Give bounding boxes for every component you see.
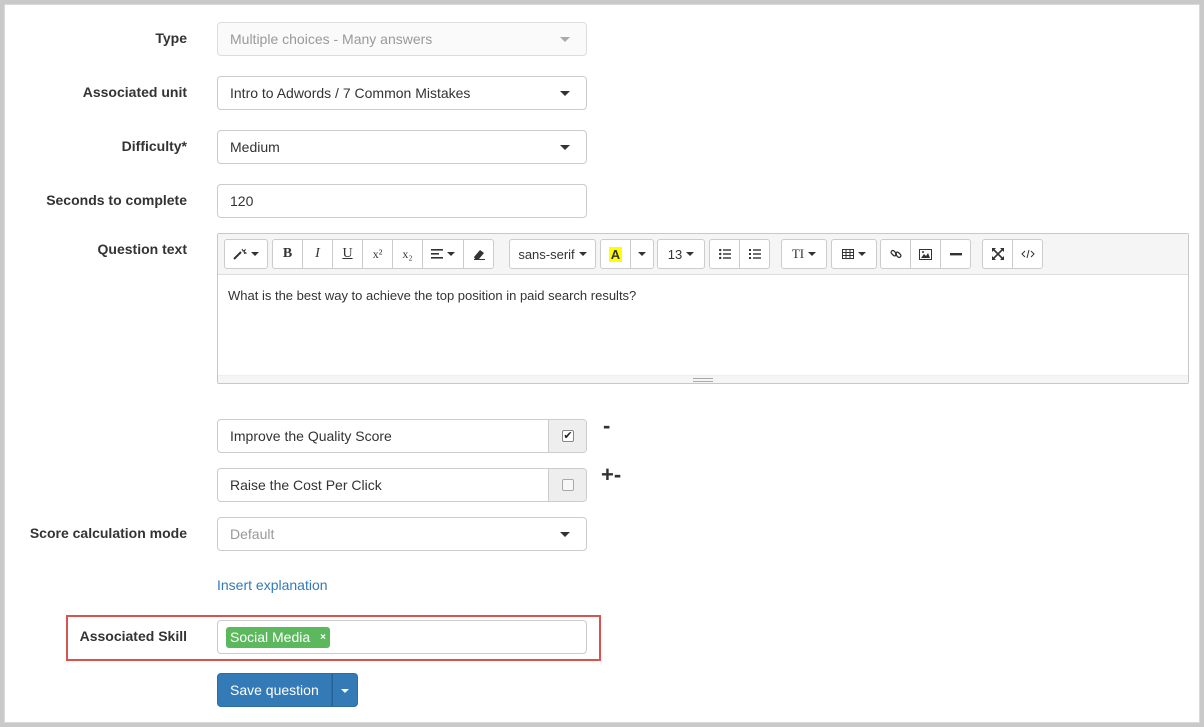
editor-resize-handle[interactable]: [218, 375, 1188, 383]
chevron-down-icon: [686, 252, 695, 256]
associated-skill-label: Associated Skill: [79, 628, 187, 644]
answer-correct-checkbox[interactable]: [562, 479, 574, 491]
subscript-button[interactable]: x₂: [392, 239, 423, 269]
bold-button[interactable]: B: [272, 239, 303, 269]
difficulty-value: Medium: [230, 139, 280, 155]
numbered-list-icon: [748, 249, 761, 259]
image-icon: [919, 248, 932, 260]
fullscreen-button[interactable]: [982, 239, 1013, 269]
editor-toolbar: B I U x² x₂ sans-serif A 13 TI: [218, 234, 1188, 275]
answer-correct-addon: [548, 469, 586, 501]
answer-row[interactable]: Improve the Quality Score ✔: [217, 419, 587, 453]
font-family-value: sans-serif: [518, 246, 575, 262]
associated-unit-select[interactable]: Intro to Adwords / 7 Common Mistakes Cam…: [217, 76, 587, 110]
question-form-panel: Type Multiple choices - Many answers Ass…: [4, 4, 1200, 723]
question-text-label: Question text: [97, 241, 187, 257]
answer-correct-addon: ✔: [548, 420, 586, 452]
ordered-list-button[interactable]: [739, 239, 770, 269]
skill-tag: Social Media ×: [226, 627, 330, 648]
seconds-input[interactable]: 120: [217, 184, 587, 218]
chevron-down-icon: [560, 91, 570, 96]
underline-button[interactable]: U: [332, 239, 363, 269]
magic-wand-icon: [233, 248, 247, 260]
chevron-down-icon: [858, 252, 866, 256]
table-button[interactable]: [831, 239, 877, 269]
link-button[interactable]: [880, 239, 911, 269]
magic-style-button[interactable]: [224, 239, 268, 269]
align-button[interactable]: [422, 239, 464, 269]
insert-explanation-link[interactable]: Insert explanation: [217, 577, 328, 593]
font-family-button[interactable]: sans-serif: [509, 239, 596, 269]
question-editor-content[interactable]: What is the best way to achieve the top …: [228, 288, 1178, 303]
font-size-value: 13: [667, 246, 683, 262]
close-icon[interactable]: ×: [320, 627, 326, 648]
chevron-down-icon: [447, 252, 455, 256]
associated-unit-label: Associated unit: [82, 84, 187, 100]
save-options-dropdown[interactable]: [331, 673, 358, 707]
minus-icon: [949, 253, 962, 256]
bullet-list-icon: [718, 249, 731, 259]
resize-grip-icon: [693, 378, 713, 382]
type-select-value: Multiple choices - Many answers: [230, 31, 433, 47]
type-label: Type: [155, 30, 187, 46]
score-mode-placeholder: Default: [230, 526, 275, 542]
skill-tag-text: Social Media: [230, 629, 311, 645]
save-button-group: Save question: [217, 673, 358, 707]
associated-skill-input[interactable]: Social Media ×: [217, 620, 587, 654]
font-color-button[interactable]: A: [600, 239, 631, 269]
font-size-button[interactable]: 13: [657, 239, 705, 269]
chevron-down-icon: [560, 37, 570, 42]
expand-icon: [991, 248, 1004, 260]
question-editor: B I U x² x₂ sans-serif A 13 TI What is t…: [217, 233, 1189, 384]
chevron-down-icon: [638, 252, 646, 256]
clear-format-button[interactable]: [463, 239, 494, 269]
eraser-icon: [473, 250, 485, 260]
seconds-label: Seconds to complete: [46, 192, 187, 208]
link-icon: [889, 249, 902, 259]
superscript-button[interactable]: x²: [362, 239, 393, 269]
text-style-value: TI: [791, 246, 805, 261]
remove-answer-button[interactable]: -: [603, 413, 610, 439]
type-select: Multiple choices - Many answers: [217, 22, 587, 56]
save-question-button[interactable]: Save question: [217, 673, 332, 707]
italic-button[interactable]: I: [302, 239, 333, 269]
font-color-dropdown[interactable]: [630, 239, 654, 269]
code-icon: [1020, 249, 1035, 259]
add-remove-answer-buttons[interactable]: +-: [601, 462, 621, 488]
align-left-icon: [431, 249, 443, 259]
answer-text: Improve the Quality Score: [230, 428, 392, 444]
score-mode-select[interactable]: Default: [217, 517, 587, 551]
chevron-down-icon: [808, 252, 817, 256]
score-mode-label: Score calculation mode: [29, 525, 187, 541]
answer-correct-checkbox[interactable]: ✔: [562, 430, 574, 442]
associated-unit-overflow-text: Campaign Using With Search Ad Words: [230, 99, 460, 109]
chevron-down-icon: [560, 145, 570, 150]
chevron-down-icon: [560, 532, 570, 537]
font-color-letter: A: [608, 246, 623, 262]
unordered-list-button[interactable]: [709, 239, 740, 269]
horizontal-rule-button[interactable]: [940, 239, 971, 269]
chevron-down-icon: [251, 252, 259, 256]
difficulty-label: Difficulty*: [121, 138, 187, 154]
chevron-down-icon: [340, 689, 349, 693]
seconds-value: 120: [230, 193, 254, 209]
table-icon: [842, 249, 854, 259]
image-button[interactable]: [910, 239, 941, 269]
answer-row[interactable]: Raise the Cost Per Click: [217, 468, 587, 502]
text-style-button[interactable]: TI: [781, 239, 827, 269]
code-view-button[interactable]: [1012, 239, 1043, 269]
answer-text: Raise the Cost Per Click: [230, 477, 382, 493]
difficulty-select[interactable]: Medium: [217, 130, 587, 164]
chevron-down-icon: [578, 252, 587, 256]
